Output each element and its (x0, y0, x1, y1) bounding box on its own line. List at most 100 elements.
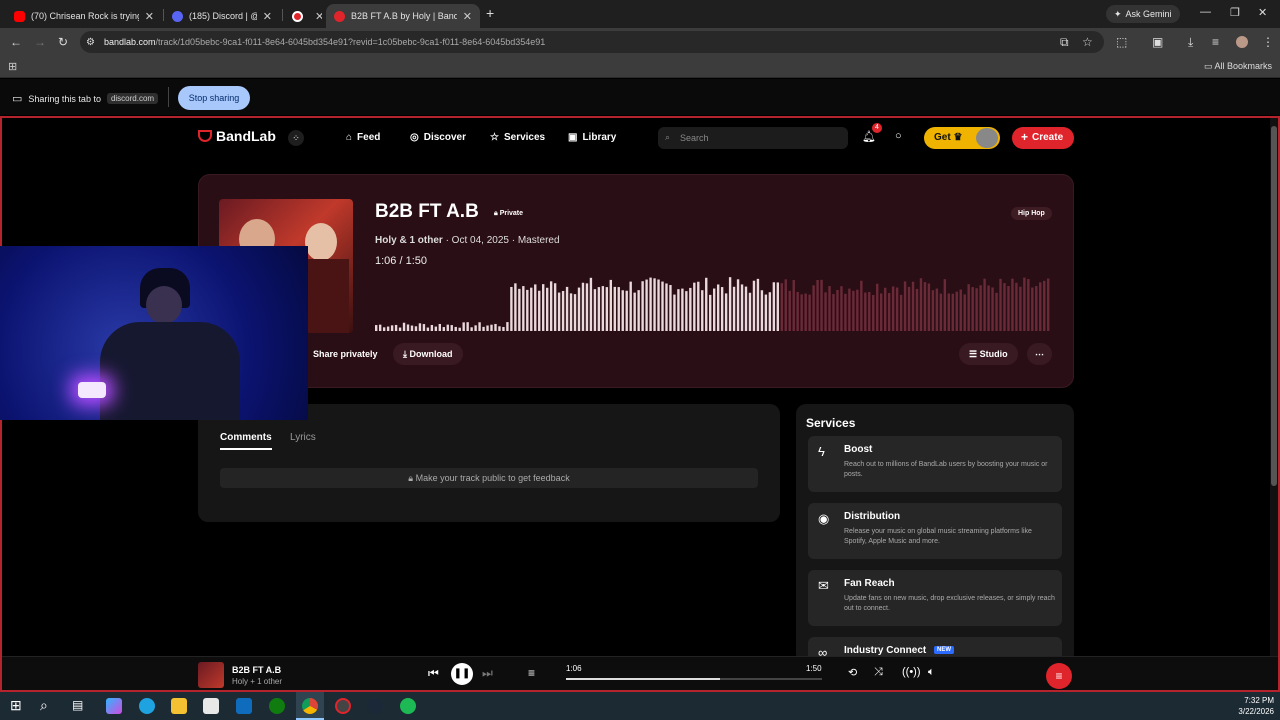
forward-icon[interactable]: → (34, 35, 46, 49)
edge-icon[interactable] (139, 698, 155, 714)
file-explorer-icon[interactable] (171, 698, 187, 714)
waveform-bar (697, 281, 700, 331)
more-options-button[interactable]: ⋯ (1027, 343, 1052, 365)
waveform-bar (804, 293, 807, 331)
download-button[interactable]: ⤓ Download (393, 343, 463, 365)
player-track-title[interactable]: B2B FT A.B (232, 665, 281, 675)
player-artists[interactable]: Holy + 1 other (232, 677, 282, 686)
repeat-icon[interactable]: ⟲ (848, 666, 857, 679)
waveform-bar (748, 292, 752, 331)
download-icon[interactable]: ⤓ (1188, 35, 1193, 49)
site-info-icon[interactable]: ⚙ (86, 36, 95, 50)
install-app-icon[interactable]: ⧉ (1060, 35, 1069, 49)
waveform-bar (1035, 286, 1038, 331)
taskbar-clock-date[interactable]: 3/22/2026 (1232, 707, 1274, 716)
previous-icon[interactable]: ⏮ (428, 666, 439, 681)
address-bar[interactable]: bandlab.com/track/1d05bebc-9ca1-f011-8e6… (80, 31, 1104, 53)
waveform-bar (868, 292, 871, 331)
spotify-icon[interactable] (400, 698, 416, 714)
stop-sharing-button[interactable]: Stop sharing (178, 86, 250, 110)
waveform[interactable] (375, 271, 1051, 331)
track-artists-link[interactable]: Holy & 1 other (375, 235, 443, 246)
bookmark-star-icon[interactable]: ☆ (1082, 35, 1093, 49)
scrollbar[interactable] (1270, 118, 1278, 658)
player-progress-bar[interactable] (566, 678, 822, 680)
store-icon[interactable] (203, 698, 219, 714)
share-privately-button[interactable]: Share privately (303, 343, 388, 365)
service-boost[interactable]: ϟ Boost Reach out to millions of BandLab… (808, 436, 1062, 492)
browser-toolbar: ← → ↻ bandlab.com/track/1d05bebc-9ca1-f0… (0, 28, 1280, 56)
restore-icon[interactable]: ❐ (1230, 6, 1240, 19)
steam-icon[interactable] (367, 698, 383, 714)
reload-icon[interactable]: ↻ (58, 35, 68, 49)
browser-tab-youtube[interactable]: (70) Chrisean Rock is trying to ✕ (6, 4, 162, 28)
messages-icon[interactable]: ○ (895, 130, 902, 142)
waveform-bar (514, 283, 517, 331)
nav-services[interactable]: ☆ Services (490, 132, 545, 143)
waveform-bar (756, 278, 760, 331)
taskbar-clock-time[interactable]: 7:32 PM (1240, 696, 1274, 705)
close-tab-icon[interactable]: ✕ (145, 10, 154, 23)
tab-search-icon[interactable]: ▣ (1152, 35, 1163, 49)
waveform-bar (625, 290, 628, 331)
minimize-icon[interactable]: — (1200, 6, 1211, 18)
user-avatar[interactable] (976, 128, 998, 148)
menu-icon[interactable]: ⋮ (1262, 35, 1274, 49)
waveform-bar (418, 323, 422, 331)
genre-badge[interactable]: Hip Hop (1011, 207, 1052, 220)
apps-grid-icon[interactable]: ⊞ (8, 60, 17, 73)
waveform-bar (438, 323, 442, 331)
service-distribution[interactable]: ◉ Distribution Release your music on glo… (808, 503, 1062, 559)
search-input[interactable]: Search (658, 127, 848, 149)
waveform-bar (1019, 286, 1022, 331)
waveform-bar (1039, 282, 1042, 331)
broadcast-icon[interactable]: ((•)) (902, 666, 921, 678)
task-view-icon[interactable]: ▤ (72, 698, 83, 712)
nav-feed[interactable]: ⌂ Feed (346, 132, 380, 143)
waveform-bar (506, 322, 509, 331)
waveform-bar (864, 292, 867, 331)
tab-comments[interactable]: Comments (220, 432, 272, 450)
browser-tab-bandlab[interactable]: B2B FT A.B by Holy | BandL ✕ (326, 4, 480, 28)
close-tab-icon[interactable]: ✕ (263, 10, 272, 23)
service-fan-reach[interactable]: ✉ Fan Reach Update fans on new music, dr… (808, 570, 1062, 626)
waveform-bar (919, 278, 923, 331)
studio-button[interactable]: ☰ Studio (959, 343, 1018, 365)
nav-library[interactable]: ▣ Library (568, 132, 616, 143)
search-icon[interactable]: ⌕ (40, 697, 48, 714)
recording-icon (292, 10, 303, 22)
xbox-icon[interactable] (269, 698, 285, 714)
new-tab-icon[interactable]: + (486, 5, 494, 21)
shuffle-icon[interactable]: ⤨ (874, 666, 883, 679)
profile-avatar[interactable] (1236, 36, 1248, 48)
chrome-icon[interactable] (302, 698, 318, 714)
windows-start-icon[interactable]: ⊞ (10, 697, 22, 714)
player-menu-button[interactable]: ≡ (1046, 663, 1072, 689)
waveform-bar (987, 285, 990, 331)
apps-icon[interactable]: ⁘ (288, 130, 304, 146)
reading-list-icon[interactable]: ≡ (1212, 35, 1219, 49)
nav-discover[interactable]: ◎ Discover (410, 132, 466, 143)
all-bookmarks-link[interactable]: ▭ All Bookmarks (1204, 61, 1272, 72)
browser-tab-discord[interactable]: (185) Discord | @ABSKI ✕ (164, 4, 280, 28)
extensions-icon[interactable]: ⬚ (1116, 35, 1127, 49)
close-tab-icon[interactable]: ✕ (463, 10, 472, 23)
copilot-icon[interactable] (106, 698, 122, 714)
waveform-bar (474, 325, 477, 331)
next-icon[interactable]: ⏭ (482, 666, 493, 681)
bandlab-logo[interactable]: BandLab (198, 128, 276, 144)
back-icon[interactable]: ← (10, 35, 22, 49)
volume-icon[interactable]: 🔈︎ (928, 666, 935, 679)
browser-tab-recording[interactable]: ✕ (284, 4, 322, 28)
outlook-icon[interactable] (236, 698, 252, 714)
obs-icon[interactable] (335, 698, 351, 714)
queue-icon[interactable]: ≡ (528, 666, 535, 680)
waveform-bar (466, 322, 469, 331)
player-cover-art[interactable] (198, 662, 224, 688)
ask-gemini-button[interactable]: ✦ Ask Gemini (1106, 5, 1180, 23)
track-time: 1:06 / 1:50 (375, 255, 427, 267)
tab-lyrics[interactable]: Lyrics (290, 432, 316, 443)
pause-button[interactable]: ❚❚ (451, 663, 473, 685)
close-tab-icon[interactable]: ✕ (315, 10, 322, 23)
close-window-icon[interactable]: ✕ (1258, 6, 1267, 19)
